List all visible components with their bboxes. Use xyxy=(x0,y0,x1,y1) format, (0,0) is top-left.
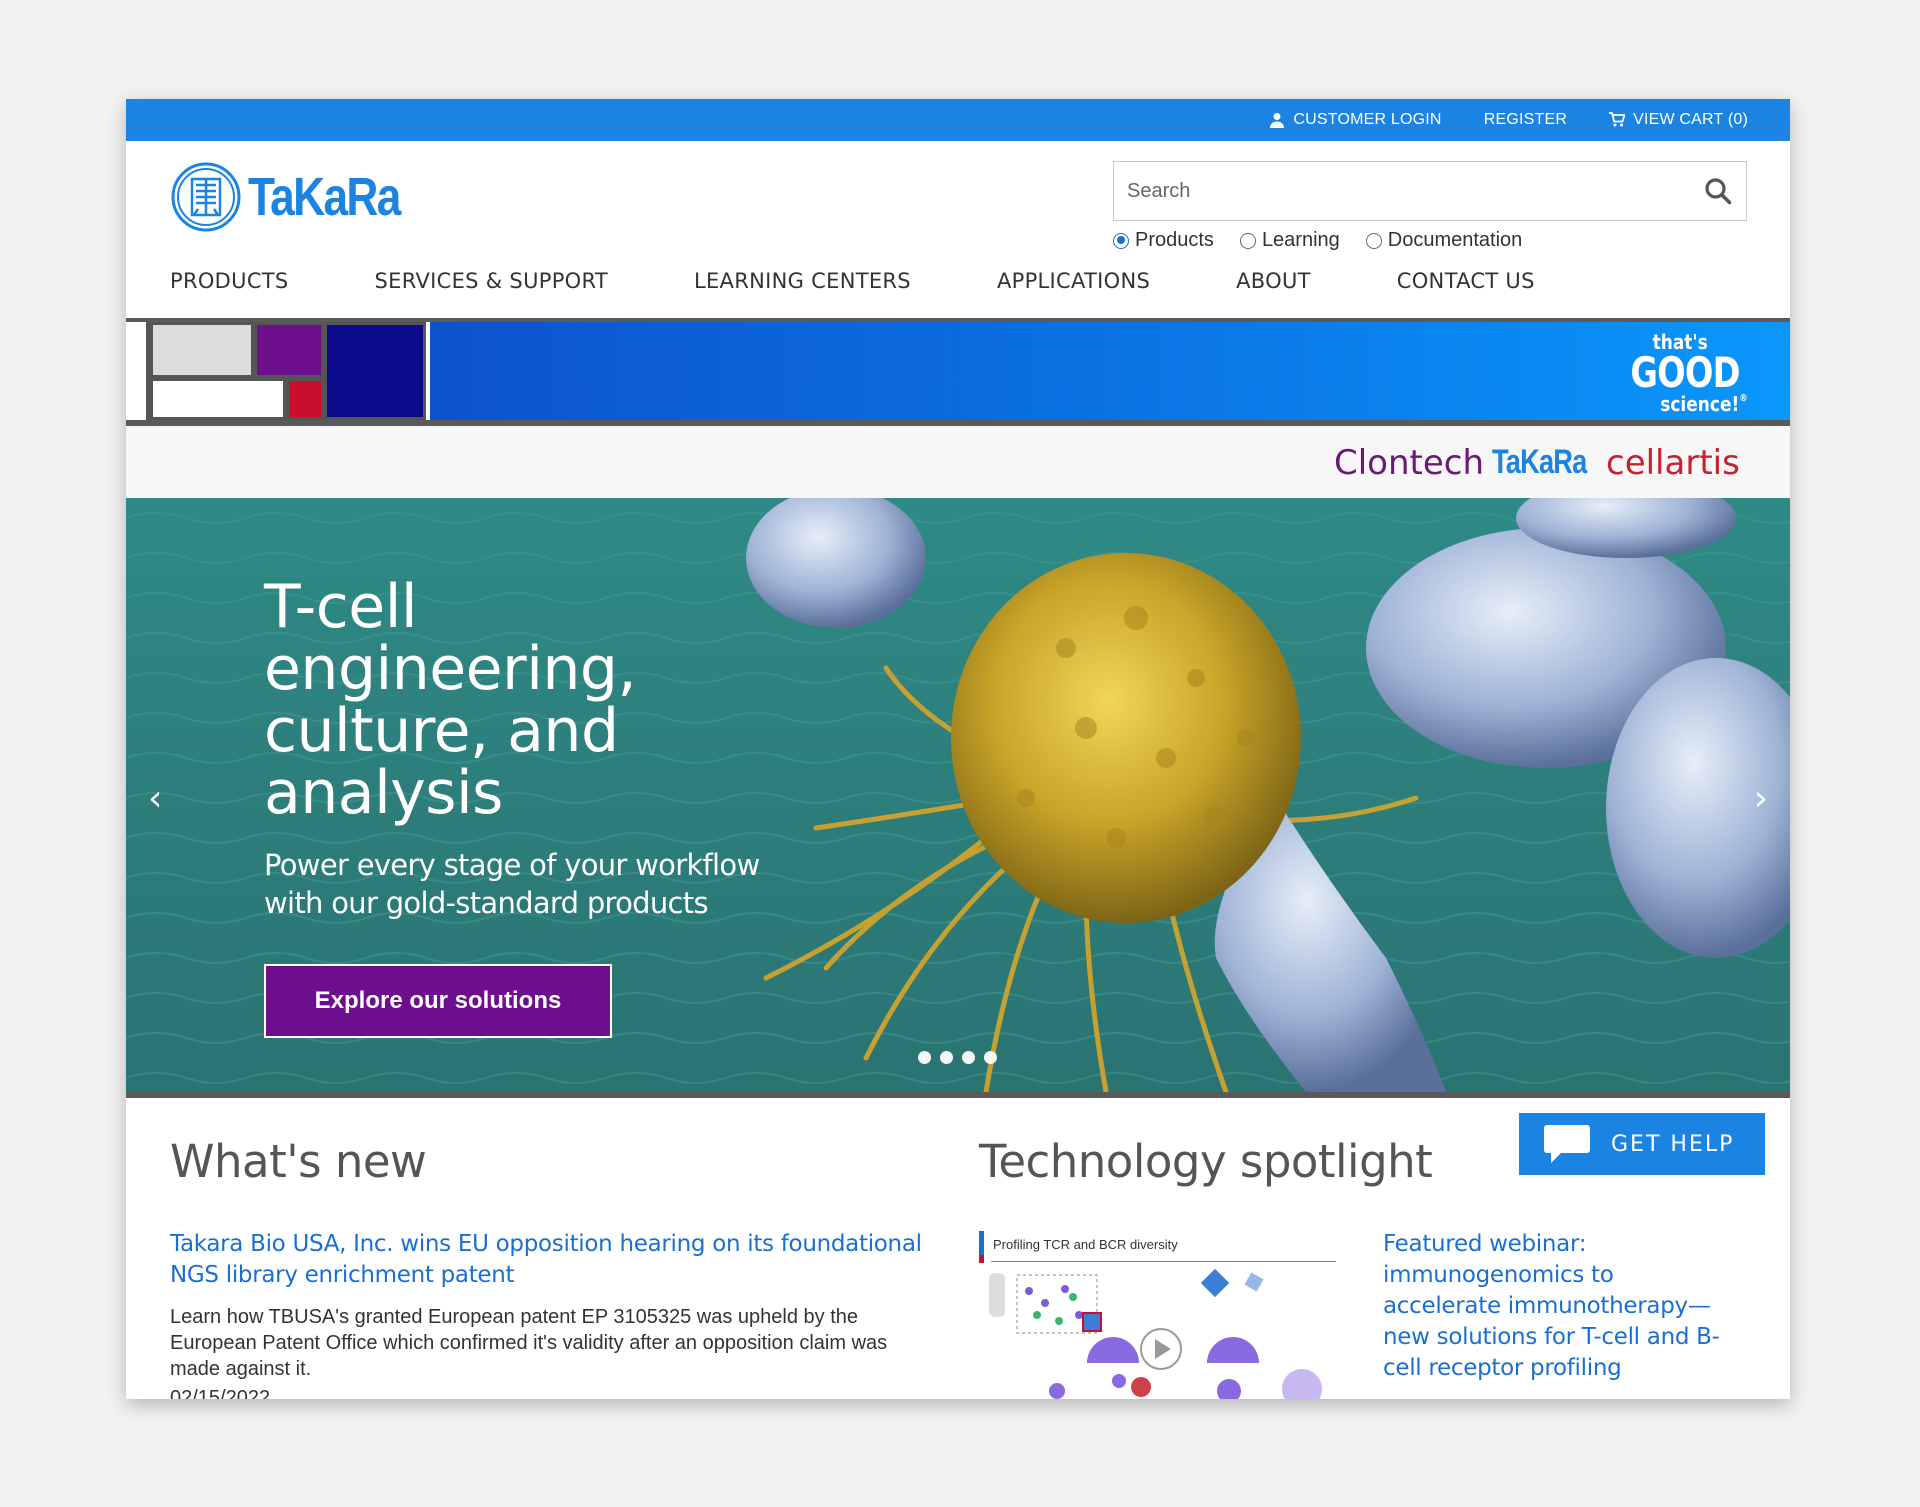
logo-wordmark: TaKaRa xyxy=(248,167,401,227)
webinar-video-thumbnail[interactable]: Profiling TCR and BCR diversity xyxy=(979,1231,1341,1399)
scope-documentation-label: Documentation xyxy=(1387,229,1523,251)
brand-logos: Clontech TaKaRa cellartis xyxy=(126,426,1790,498)
scope-documentation-radio[interactable]: Documentation xyxy=(1365,229,1523,252)
hero-carousel: T-cell engineering, culture, and analysi… xyxy=(126,498,1790,1092)
register-label: REGISTER xyxy=(1483,111,1568,128)
scope-learning-radio[interactable]: Learning xyxy=(1239,229,1340,252)
tagline-good: GOOD xyxy=(1630,348,1741,397)
carousel-dot[interactable] xyxy=(962,1051,975,1064)
takara-logo[interactable]: TaKaRa xyxy=(170,161,433,233)
news-headline-link[interactable]: Takara Bio USA, Inc. wins EU opposition … xyxy=(170,1229,930,1291)
main-nav: PRODUCTS SERVICES & SUPPORT LEARNING CEN… xyxy=(170,269,1535,305)
news-date: 02/15/2022 xyxy=(170,1387,271,1399)
carousel-dot[interactable] xyxy=(940,1051,953,1064)
thats-good-science-logo: that's GOOD science!® xyxy=(1603,332,1748,414)
search-icon xyxy=(1705,178,1732,205)
nav-services-support[interactable]: SERVICES & SUPPORT xyxy=(375,269,608,305)
radio-selected-icon xyxy=(1113,232,1129,249)
explore-solutions-button[interactable]: Explore our solutions xyxy=(264,964,612,1038)
news-summary: Learn how TBUSA's granted European paten… xyxy=(170,1306,888,1380)
featured-webinar-link[interactable]: Featured webinar: immunogenomics to acce… xyxy=(1383,1229,1723,1384)
search-box xyxy=(1113,161,1747,221)
hero-title: T-cell engineering, culture, and analysi… xyxy=(264,572,637,828)
view-cart-label: VIEW CART (0) xyxy=(1633,111,1748,128)
color-blocks xyxy=(126,322,430,420)
user-icon xyxy=(1270,113,1285,128)
technology-spotlight-heading: Technology spotlight xyxy=(979,1135,1433,1188)
search-button[interactable] xyxy=(1690,162,1746,220)
banner-gradient: that's GOOD science!® xyxy=(126,322,1790,420)
scope-learning-label: Learning xyxy=(1261,229,1340,251)
hero-divider xyxy=(126,1092,1790,1098)
takara-emblem-icon xyxy=(171,162,241,232)
carousel-prev-arrow-icon[interactable]: ‹ xyxy=(148,778,162,819)
nav-about[interactable]: ABOUT xyxy=(1236,269,1311,305)
register-link[interactable]: REGISTER xyxy=(1484,111,1567,129)
scope-products-label: Products xyxy=(1135,229,1214,251)
scope-products-radio[interactable]: Products xyxy=(1113,229,1214,252)
carousel-dot[interactable] xyxy=(984,1051,997,1064)
radio-empty-icon xyxy=(1239,232,1256,249)
tcr-bcr-diagram xyxy=(989,1268,1322,1399)
chat-bubble-icon xyxy=(1544,1125,1590,1163)
nav-applications[interactable]: APPLICATIONS xyxy=(997,269,1150,305)
nav-learning-centers[interactable]: LEARNING CENTERS xyxy=(694,269,911,305)
brand-banner: that's GOOD science!® xyxy=(126,318,1790,426)
cart-icon xyxy=(1609,112,1626,127)
carousel-dot[interactable] xyxy=(918,1051,931,1064)
view-cart-link[interactable]: VIEW CART (0) xyxy=(1609,111,1748,129)
hero-subtitle: Power every stage of your workflow with … xyxy=(264,848,760,920)
carousel-next-arrow-icon[interactable]: › xyxy=(1754,778,1768,819)
takara-brand-logo[interactable]: TaKaRa xyxy=(1492,443,1587,482)
page: CUSTOMER LOGIN REGISTER VIEW CART (0) Ta… xyxy=(126,99,1790,1399)
search-scope: Products Learning Documentation xyxy=(1113,229,1522,252)
cellartis-logo[interactable]: cellartis xyxy=(1606,443,1740,483)
get-help-button[interactable]: GET HELP xyxy=(1517,1111,1767,1177)
get-help-label: GET HELP xyxy=(1611,1131,1735,1157)
customer-login-label: CUSTOMER LOGIN xyxy=(1293,111,1442,128)
whats-new-heading: What's new xyxy=(170,1135,427,1188)
clontech-logo[interactable]: Clontech xyxy=(1334,443,1484,483)
radio-empty-icon xyxy=(1365,232,1382,249)
utility-bar: CUSTOMER LOGIN REGISTER VIEW CART (0) xyxy=(126,99,1790,141)
carousel-dots xyxy=(918,1051,997,1064)
tagline-science: science!® xyxy=(1660,392,1748,416)
nav-contact-us[interactable]: CONTACT US xyxy=(1397,269,1535,305)
search-input[interactable] xyxy=(1114,162,1690,220)
nav-products[interactable]: PRODUCTS xyxy=(170,269,289,305)
customer-login-link[interactable]: CUSTOMER LOGIN xyxy=(1269,111,1441,129)
